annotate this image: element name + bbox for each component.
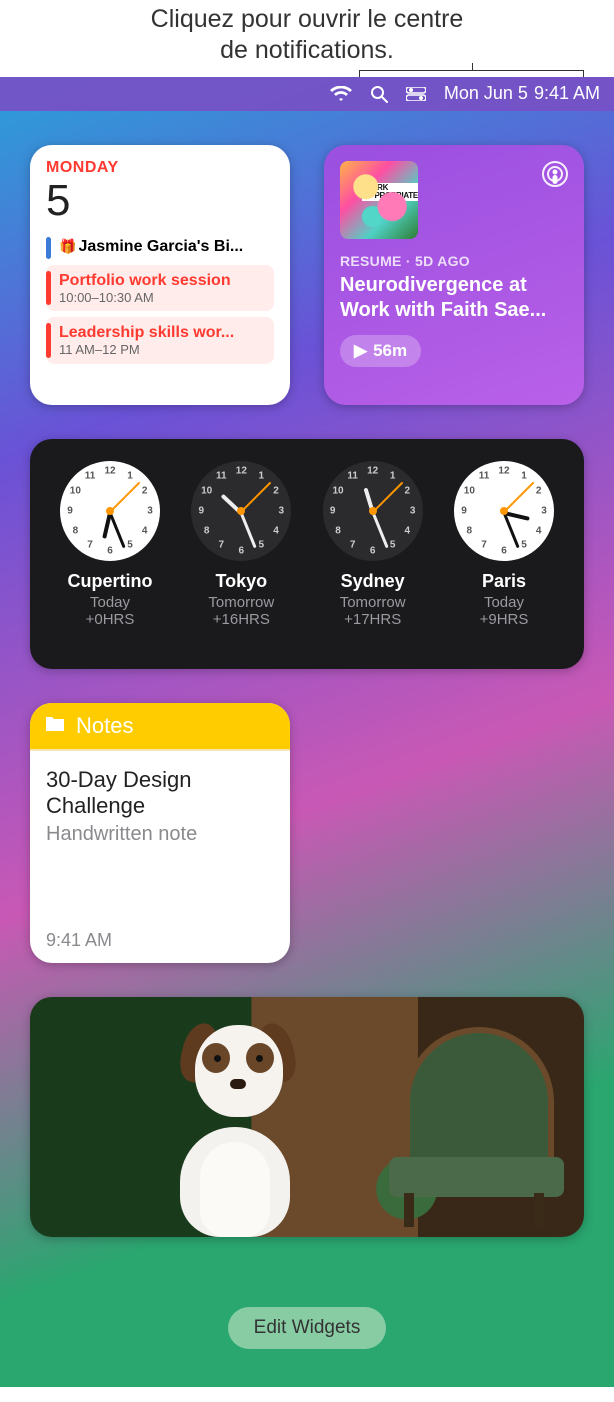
- note-title: 30-Day Design Challenge: [46, 767, 274, 820]
- edit-widgets-button[interactable]: Edit Widgets: [228, 1307, 387, 1349]
- clock-minute-hand: [371, 511, 388, 547]
- folder-icon: [44, 713, 66, 739]
- world-clock-widget[interactable]: 121234567891011CupertinoToday+0HRS121234…: [30, 439, 584, 669]
- clock-minute-hand: [240, 511, 257, 547]
- calendar-day-name: MONDAY: [46, 159, 274, 177]
- clock-offset: +9HRS: [444, 611, 564, 628]
- clock-item: 121234567891011 Paris Today+9HRS: [444, 461, 564, 649]
- calendar-event: 🎁Jasmine Garcia's Bi...: [46, 237, 274, 259]
- clock-day: Today: [444, 594, 564, 611]
- clock-city: Paris: [444, 571, 564, 592]
- clock-item: 121234567891011 Sydney Tomorrow+17HRS: [313, 461, 433, 649]
- event-title: Portfolio work session: [59, 271, 231, 290]
- notes-body: 30-Day Design Challenge Handwritten note…: [30, 751, 290, 963]
- clock-second-hand: [503, 481, 534, 512]
- event-color-bar: [46, 237, 51, 259]
- birthday-icon: 🎁: [59, 238, 76, 254]
- notes-widget[interactable]: Notes 30-Day Design Challenge Handwritte…: [30, 703, 290, 963]
- clock-city: Cupertino: [50, 571, 170, 592]
- podcast-duration: 56m: [373, 341, 407, 361]
- podcast-artwork: WORK APPROPRIATE: [340, 161, 418, 239]
- calendar-event: Leadership skills wor... 11 AM–12 PM: [46, 317, 274, 364]
- event-time: 11 AM–12 PM: [59, 342, 234, 358]
- photo-chair: [374, 1027, 564, 1227]
- clock-day: Today: [50, 594, 170, 611]
- clock-item: 121234567891011 Cupertino Today+0HRS: [50, 461, 170, 649]
- notes-header-label: Notes: [76, 713, 133, 739]
- notification-center-widgets: MONDAY 5 🎁Jasmine Garcia's Bi... Portfol…: [0, 111, 614, 1349]
- menubar: Mon Jun 5 9:41 AM: [0, 77, 614, 111]
- clock-second-hand: [241, 481, 272, 512]
- photos-widget[interactable]: [30, 997, 584, 1237]
- podcasts-app-icon: [540, 159, 570, 194]
- menubar-date: Mon Jun 5: [444, 83, 528, 104]
- event-title: Jasmine Garcia's Bi...: [78, 238, 243, 255]
- podcast-artwork-label: WORK APPROPRIATE: [362, 183, 418, 201]
- clock-item: 121234567891011 Tokyo Tomorrow+16HRS: [181, 461, 301, 649]
- podcast-meta: RESUME · 5D AGO: [340, 253, 568, 269]
- menubar-datetime[interactable]: Mon Jun 5 9:41 AM: [444, 83, 600, 104]
- calendar-day-number: 5: [46, 179, 274, 223]
- calendar-event: Portfolio work session 10:00–10:30 AM: [46, 265, 274, 312]
- clock-city: Tokyo: [181, 571, 301, 592]
- clock-city: Sydney: [313, 571, 433, 592]
- annotation-line1: Cliquez pour ouvrir le centre: [0, 4, 614, 35]
- photo-dog: [140, 1017, 340, 1237]
- podcast-title: Neurodivergence at Work with Faith Sae..…: [340, 273, 568, 323]
- podcasts-widget[interactable]: WORK APPROPRIATE RESUME · 5D AGO Neurodi…: [324, 145, 584, 405]
- clock-day: Tomorrow: [181, 594, 301, 611]
- podcast-play-button[interactable]: ▶ 56m: [340, 335, 421, 367]
- clock-face: 121234567891011: [454, 461, 554, 561]
- clock-second-hand: [372, 481, 403, 512]
- clock-offset: +0HRS: [50, 611, 170, 628]
- spotlight-icon[interactable]: [370, 85, 388, 103]
- help-annotation: Cliquez pour ouvrir le centre de notific…: [0, 0, 614, 77]
- calendar-widget[interactable]: MONDAY 5 🎁Jasmine Garcia's Bi... Portfol…: [30, 145, 290, 405]
- control-center-icon[interactable]: [406, 87, 426, 101]
- notes-header: Notes: [30, 703, 290, 749]
- note-subtitle: Handwritten note: [46, 823, 274, 846]
- clock-offset: +17HRS: [313, 611, 433, 628]
- clock-face: 121234567891011: [60, 461, 160, 561]
- clock-minute-hand: [109, 511, 126, 547]
- clock-second-hand: [109, 481, 140, 512]
- clock-offset: +16HRS: [181, 611, 301, 628]
- event-title: Leadership skills wor...: [59, 323, 234, 342]
- menubar-time: 9:41 AM: [534, 83, 600, 104]
- note-time: 9:41 AM: [46, 930, 274, 951]
- clock-face: 121234567891011: [323, 461, 423, 561]
- wifi-icon[interactable]: [330, 86, 352, 102]
- clock-day: Tomorrow: [313, 594, 433, 611]
- event-time: 10:00–10:30 AM: [59, 290, 231, 306]
- annotation-line2: de notifications.: [0, 35, 614, 66]
- event-color-bar: [46, 271, 51, 306]
- event-color-bar: [46, 323, 51, 358]
- desktop: Mon Jun 5 9:41 AM MONDAY 5 🎁Jasmine Garc…: [0, 77, 614, 1387]
- clock-face: 121234567891011: [191, 461, 291, 561]
- play-icon: ▶: [354, 341, 367, 361]
